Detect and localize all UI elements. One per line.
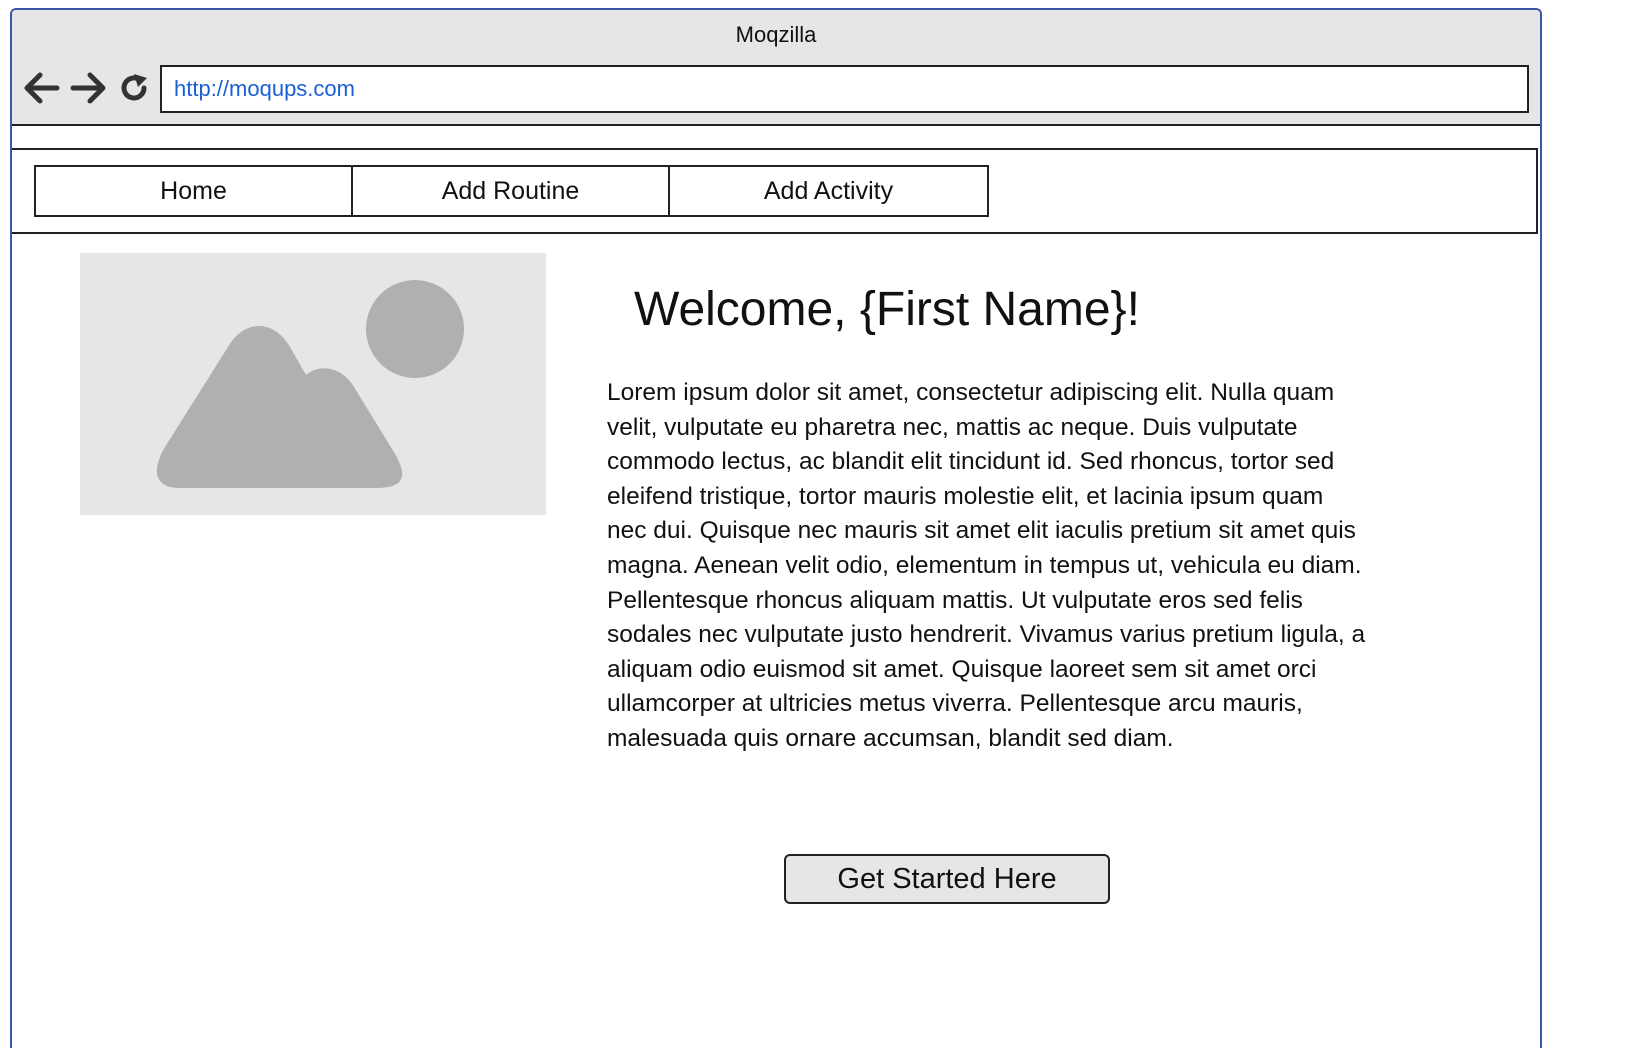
navigation-bar: Home Add Routine Add Activity	[12, 148, 1538, 234]
reload-icon	[121, 74, 147, 101]
image-placeholder-icon	[156, 280, 464, 488]
nav-item-home[interactable]: Home	[36, 167, 353, 215]
window-title: Moqzilla	[735, 22, 817, 47]
back-button[interactable]	[22, 68, 62, 108]
arrow-left-icon	[24, 72, 60, 104]
welcome-heading: Welcome, {First Name}!	[634, 283, 1140, 336]
browser-window: Moqzilla http://moqups.com Home Add Rout…	[10, 8, 1542, 1048]
get-started-button[interactable]: Get Started Here	[784, 854, 1110, 904]
reload-button[interactable]	[114, 68, 154, 108]
address-url: http://moqups.com	[174, 76, 355, 101]
nav-menu: Home Add Routine Add Activity	[34, 165, 989, 217]
browser-toolbar: Moqzilla http://moqups.com	[12, 10, 1540, 126]
address-bar[interactable]: http://moqups.com	[160, 65, 1529, 113]
nav-item-add-routine[interactable]: Add Routine	[353, 167, 670, 215]
arrow-right-icon	[70, 72, 106, 104]
image-placeholder	[80, 253, 546, 515]
forward-button[interactable]	[68, 68, 108, 108]
intro-paragraph: Lorem ipsum dolor sit amet, consectetur …	[607, 379, 1366, 752]
nav-item-add-activity[interactable]: Add Activity	[670, 167, 987, 215]
